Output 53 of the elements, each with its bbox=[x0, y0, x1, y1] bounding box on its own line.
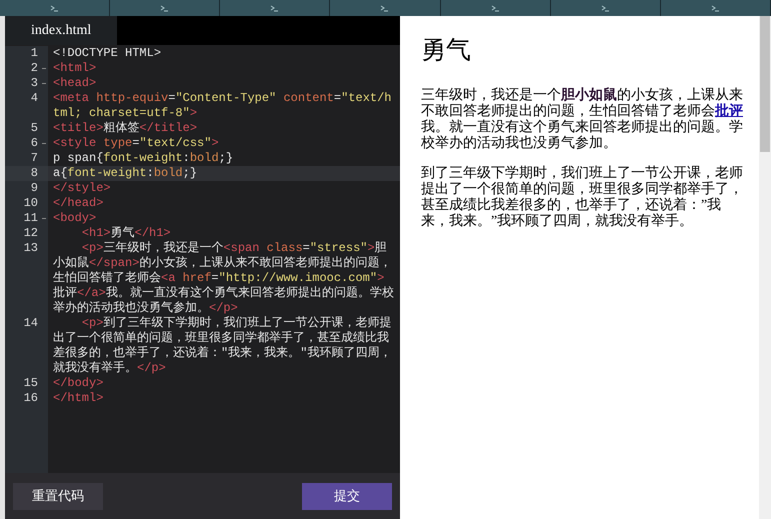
submit-button[interactable]: 提交 bbox=[302, 482, 392, 510]
toolbar-button[interactable] bbox=[440, 0, 551, 16]
line-number: 1 bbox=[5, 46, 48, 61]
line-number: 14 bbox=[5, 316, 48, 376]
paragraph: 三年级时，我还是一个胆小如鼠的小女孩，上课从来不敢回答老师提出的问题，生怕回答错了老师会批评 我。就一直没有这个勇气来回答老师提出的问题。学校举办的活动我也没勇气参加。 bbox=[421, 88, 744, 152]
line-number: 10 bbox=[5, 196, 48, 211]
line-number: 15 bbox=[5, 376, 48, 391]
code-line: </body> bbox=[52, 376, 104, 391]
prompt-icon bbox=[50, 4, 60, 12]
code-line: <head> bbox=[52, 76, 98, 91]
code-line: p span{font-weight:bold;} bbox=[52, 151, 234, 166]
code-line: <body> bbox=[52, 211, 98, 226]
toolbar-button[interactable] bbox=[330, 0, 441, 16]
code-line: <p>三年级时，我还是一个<span class="stress">胆小如鼠</span>的小女孩，上课从来不敢回答老师提出的问题，生怕回答错了老师会<a href="http://www.imooc.com"> 批评</a>我。就一直没有这个勇气来回答老师提出的问题。学校举办的活动我也没勇气参加。</p> bbox=[52, 241, 395, 316]
paragraph: 到了三年级下学期时，我们班上了一节公开课，老师提出了一个很简单的问题，班里很多同学都举手了，甚至成绩比我差很多的，也举手了，还说着：”我来，我来。”我环顾了四周，就我没有举手。 bbox=[421, 166, 744, 230]
line-number: 9 bbox=[5, 181, 48, 196]
line-number: 6 bbox=[5, 136, 48, 151]
editor-tab[interactable]: index.html bbox=[5, 16, 117, 45]
line-number: 7 bbox=[5, 151, 48, 166]
toolbar-button[interactable] bbox=[660, 0, 771, 16]
line-number: 3 bbox=[5, 76, 48, 91]
prompt-icon bbox=[490, 4, 500, 12]
toolbar-button[interactable] bbox=[0, 0, 110, 16]
code-line: <!DOCTYPE HTML> bbox=[52, 46, 162, 61]
code-line: </head> bbox=[52, 196, 104, 211]
code-line: <h1>勇气</h1> bbox=[80, 226, 172, 241]
code-line: </style> bbox=[52, 181, 112, 196]
code-line: <title>粗体签</title> bbox=[52, 121, 198, 136]
toolbar-button[interactable] bbox=[220, 0, 330, 16]
prompt-icon bbox=[270, 4, 280, 12]
line-number: 12 bbox=[5, 226, 48, 241]
line-number: 5 bbox=[5, 121, 48, 136]
line-number: 8 bbox=[5, 166, 48, 181]
prompt-icon bbox=[160, 4, 170, 12]
toolbar-button[interactable] bbox=[550, 0, 661, 16]
link[interactable]: 批评 bbox=[715, 104, 743, 119]
code-line: <p>到了三年级下学期时，我们班上了一节公开课，老师提出了一个很简单的问题，班里很多同学都举手了，甚至成绩比我差很多的，也举手了，还说着："我来，我来。"我环顾了四周，就我没有举手。</p> bbox=[52, 316, 392, 376]
code-line: </html> bbox=[52, 391, 104, 406]
prompt-icon bbox=[380, 4, 390, 12]
page-heading: 勇气 bbox=[421, 36, 472, 66]
prompt-icon bbox=[710, 4, 720, 12]
reset-code-button[interactable]: 重置代码 bbox=[13, 482, 103, 510]
scrollbar[interactable] bbox=[759, 16, 771, 519]
code-line: <style type="text/css"> bbox=[52, 136, 220, 151]
prompt-icon bbox=[600, 4, 610, 12]
toolbar-button[interactable] bbox=[110, 0, 220, 16]
line-number: 13 bbox=[5, 241, 48, 316]
line-number: 16 bbox=[5, 391, 48, 406]
line-number: 4 bbox=[5, 91, 48, 121]
code-line: <meta http-equiv="Content-Type" content="text/html; charset=utf-8"> bbox=[52, 91, 393, 121]
line-number: 2 bbox=[5, 61, 48, 76]
code-line: <html> bbox=[52, 61, 98, 76]
line-number: 11 bbox=[5, 211, 48, 226]
